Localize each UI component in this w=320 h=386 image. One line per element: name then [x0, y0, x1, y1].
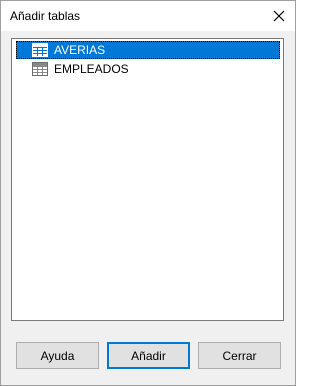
- table-row-averias[interactable]: AVERIAS: [16, 41, 280, 59]
- table-row-empleados[interactable]: EMPLEADOS: [16, 60, 280, 78]
- table-name: AVERIAS: [54, 43, 106, 57]
- tables-list[interactable]: AVERIAS EMPLEADOS: [11, 38, 284, 321]
- add-button-label: Añadir: [131, 348, 166, 363]
- table-icon: [32, 62, 48, 76]
- close-button[interactable]: [267, 4, 291, 28]
- close-dialog-button[interactable]: Cerrar: [198, 342, 281, 369]
- table-name: EMPLEADOS: [54, 62, 129, 76]
- help-button[interactable]: Ayuda: [16, 342, 99, 369]
- dialog-title: Añadir tablas: [10, 9, 81, 23]
- close-icon: [273, 10, 285, 22]
- add-button[interactable]: Añadir: [107, 342, 190, 369]
- title-bar: Añadir tablas: [1, 1, 295, 31]
- help-button-label: Ayuda: [40, 348, 75, 363]
- close-button-label: Cerrar: [222, 348, 257, 363]
- add-tables-dialog: Añadir tablas AVERIAS EMPLEADOS Ayuda Añ…: [0, 0, 296, 386]
- table-icon: [32, 43, 48, 57]
